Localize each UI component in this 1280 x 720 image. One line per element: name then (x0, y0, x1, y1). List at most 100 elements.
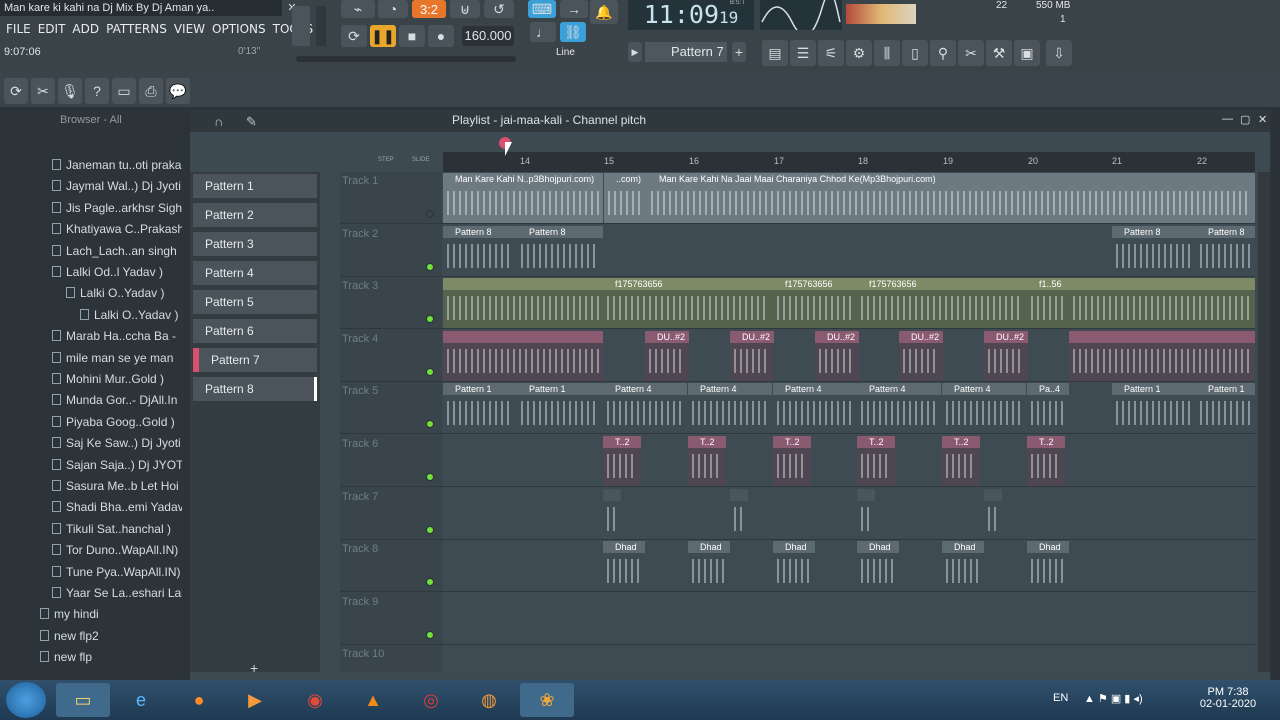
pattern-selector[interactable]: Pattern 7 (645, 42, 727, 62)
cut-icon[interactable]: ✂ (958, 40, 984, 66)
timeline-ruler[interactable] (443, 152, 1255, 172)
playlist-clip[interactable] (443, 330, 603, 381)
download-icon[interactable]: ⇩ (1046, 40, 1072, 66)
playlist-clip[interactable]: Dhad (688, 541, 730, 592)
tray-icons[interactable]: ▲ ⚑ ▣ ▮ ◂) (1084, 692, 1143, 705)
master-pitch-slider[interactable] (316, 6, 326, 46)
playlist-clip[interactable]: DU..#2 (815, 330, 859, 381)
tempo-display[interactable]: 160.000 (462, 26, 514, 46)
render-icon[interactable]: ⎙ (139, 78, 163, 104)
piano-roll-icon[interactable]: ☰ (790, 40, 816, 66)
fl-studio-icon[interactable]: ❀ (520, 683, 574, 717)
browser-item[interactable]: Tikuli Sat..hanchal ) (52, 519, 182, 540)
firefox-icon[interactable]: ● (172, 683, 226, 717)
tools-icon[interactable]: ⚒ (986, 40, 1012, 66)
browser-item[interactable]: Jis Pagle..arkhsr Sigh (52, 198, 182, 219)
playlist-clip[interactable]: Man Kare Kahi Na Jaai Maai Charaniya Chh… (647, 173, 1255, 223)
playlist-clip[interactable] (1069, 330, 1255, 381)
playlist-clip[interactable]: Pattern 1 (517, 383, 603, 434)
browser-item[interactable]: Piyaba Goog..Gold ) (52, 412, 182, 433)
playlist-clip[interactable]: Pattern 1 (1112, 383, 1196, 434)
playlist-clip[interactable]: Pattern 8 (1112, 225, 1196, 276)
beat-badge[interactable]: 3:2 (412, 0, 446, 18)
playlist-clip[interactable]: Pattern 4 (603, 383, 687, 434)
playlist-clip[interactable] (1069, 278, 1255, 329)
playlist-clip[interactable]: Dhad (942, 541, 984, 592)
browser-item[interactable]: new flp2 (40, 626, 182, 647)
playlist-clip[interactable]: T..2 (773, 436, 811, 486)
loop-mode-icon[interactable]: ⟳ (341, 25, 367, 47)
track-enable-toggle[interactable] (426, 367, 434, 376)
playlist-clip[interactable]: Pattern 4 (688, 383, 772, 434)
menu-patterns[interactable]: PATTERNS (106, 22, 167, 36)
menu-add[interactable]: ADD (72, 22, 99, 36)
vertical-scrollbar[interactable] (1258, 172, 1270, 672)
playlist-clip[interactable]: Dhad (857, 541, 899, 592)
refresh-icon[interactable]: ⟳ (4, 78, 28, 104)
taskbar-clock[interactable]: PM 7:38 02-01-2020 (1196, 686, 1260, 710)
playlist-clip[interactable]: T..2 (857, 436, 895, 486)
position-slider[interactable] (296, 56, 516, 62)
pattern-add-icon[interactable]: + (732, 42, 746, 62)
playlist-clip[interactable]: Dhad (773, 541, 815, 592)
menu-view[interactable]: VIEW (174, 22, 205, 36)
browser-item[interactable]: Munda Gor..- DjAll.In (52, 390, 182, 411)
menu-options[interactable]: OPTIONS (212, 22, 266, 36)
chrome-icon[interactable]: ◉ (288, 683, 342, 717)
playlist-clip[interactable]: Pattern 4 (857, 383, 941, 434)
pattern-item[interactable]: Pattern 5 (193, 290, 317, 314)
pause-button[interactable]: ❚❚ (370, 25, 396, 47)
browser-item[interactable]: Marab Ha..ccha Ba - (52, 326, 182, 347)
playlist-clip[interactable]: f175763656 (603, 278, 773, 329)
mixer-faders-icon[interactable]: ⫼ (874, 40, 900, 66)
track-name[interactable]: Track 7 (342, 491, 378, 503)
browser-item[interactable]: mile man se ye man (52, 348, 182, 369)
playlist-clip[interactable]: ..com) (604, 173, 648, 223)
pattern-item[interactable]: Pattern 6 (193, 319, 317, 343)
track-enable-toggle[interactable] (426, 630, 434, 639)
paint-tool-icon[interactable]: ✎ (246, 114, 257, 130)
loop-record-icon[interactable]: ↺ (484, 0, 514, 18)
minimize-icon[interactable]: — (1222, 113, 1233, 125)
browser-item[interactable]: Sasura Me..b Let Hoi (52, 476, 182, 497)
pattern-item[interactable]: Pattern 8 (193, 377, 317, 401)
playlist-close-icon[interactable]: ✕ (1258, 113, 1267, 126)
browser-item[interactable]: Mohini Mur..Gold ) (52, 369, 182, 390)
browser-item[interactable]: Jaymal Wal..) Dj Jyoti (52, 176, 182, 197)
track-row[interactable] (340, 593, 1255, 645)
track-name[interactable]: Track 6 (342, 438, 378, 450)
playlist-clip[interactable]: f175763656 (857, 278, 1027, 329)
metronome-icon[interactable]: ◔ (378, 0, 408, 18)
playlist-clip[interactable]: Pattern 4 (773, 383, 857, 434)
playlist-clip[interactable]: Dhad (603, 541, 645, 592)
scissors-icon[interactable]: ✂ (31, 78, 55, 104)
pattern-song-toggle-icon[interactable]: ⌁ (341, 0, 375, 18)
project-icon[interactable]: ▯ (902, 40, 928, 66)
plugin-icon[interactable]: ⚲ (930, 40, 956, 66)
add-pattern-icon[interactable]: + (250, 660, 258, 676)
channel-rack-icon[interactable]: ⚟ (818, 40, 844, 66)
track-enable-toggle[interactable] (426, 525, 434, 534)
mixer-icon[interactable]: ⚙ (846, 40, 872, 66)
internet-explorer-icon[interactable]: e (114, 683, 168, 717)
maximize-icon[interactable]: ▢ (1240, 113, 1250, 126)
playlist-clip[interactable]: DU..#2 (645, 330, 689, 381)
explorer-icon[interactable]: ▭ (56, 683, 110, 717)
browser-item[interactable]: Yaar Se La..eshari Lal (52, 583, 182, 604)
microphone-icon[interactable]: 🎙 (58, 78, 82, 104)
playlist-clip[interactable]: Pattern 8 (517, 225, 603, 276)
browser-item[interactable]: new flp (40, 647, 182, 668)
app-icon-red[interactable]: ◎ (404, 683, 458, 717)
track-name[interactable]: Track 2 (342, 228, 378, 240)
pattern-item[interactable]: Pattern 1 (193, 174, 317, 198)
step-edit-icon[interactable]: → (560, 0, 588, 18)
track-enable-toggle[interactable] (426, 473, 434, 481)
browser-item[interactable]: Lalki O..Yadav ) (66, 283, 182, 304)
playlist-clip[interactable] (730, 488, 748, 539)
snap-mode-select[interactable]: Line (556, 47, 575, 58)
help-icon[interactable]: ? (85, 78, 109, 104)
browser-item[interactable]: Khatiyawa C..Prakash (52, 219, 182, 240)
track-name[interactable]: Track 8 (342, 543, 378, 555)
language-indicator[interactable]: EN (1053, 692, 1068, 704)
browser-item[interactable]: Lach_Lach..an singh (52, 241, 182, 262)
